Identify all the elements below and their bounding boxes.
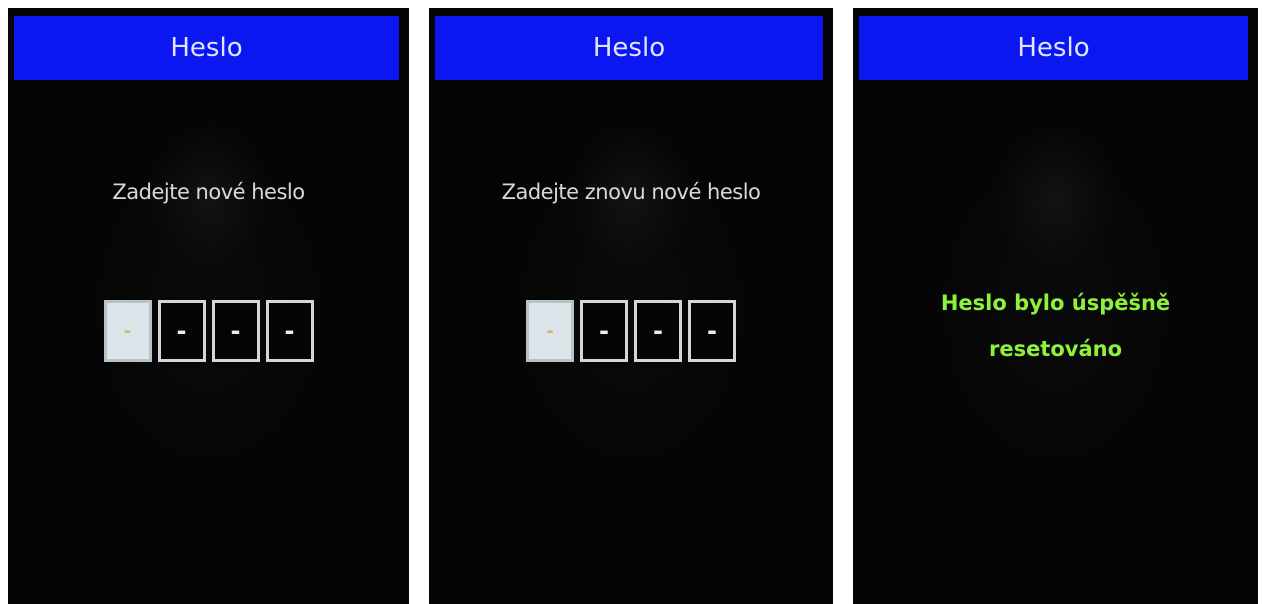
- title-bar: Heslo: [435, 16, 823, 80]
- pin-digit-4[interactable]: -: [688, 300, 736, 362]
- pin-digit-2[interactable]: -: [157, 300, 206, 362]
- title-bar: Heslo: [14, 16, 399, 80]
- success-message-line-2: resetováno: [988, 337, 1123, 361]
- prompt-text: Zadejte nové heslo: [112, 180, 305, 204]
- pin-digit-1[interactable]: -: [526, 300, 574, 362]
- screen-password-reset: Heslo Heslo bylo úspěšně resetováno: [853, 8, 1258, 604]
- pin-input[interactable]: - - - -: [429, 300, 833, 362]
- pin-digit-1[interactable]: -: [103, 300, 152, 362]
- pin-digit-4[interactable]: -: [265, 300, 314, 362]
- prompt-text: Zadejte znovu nové heslo: [501, 180, 761, 204]
- success-message: Heslo bylo úspěšně resetováno: [853, 280, 1258, 372]
- pin-digit-2[interactable]: -: [580, 300, 628, 362]
- screen-new-password: Heslo Zadejte nové heslo - - - -: [8, 8, 409, 604]
- success-message-line-1: Heslo bylo úspěšně: [940, 291, 1171, 315]
- pin-digit-3[interactable]: -: [634, 300, 682, 362]
- title-bar: Heslo: [859, 16, 1248, 80]
- screen-confirm-password: Heslo Zadejte znovu nové heslo - - - -: [429, 8, 833, 604]
- pin-digit-3[interactable]: -: [211, 300, 260, 362]
- pin-input[interactable]: - - - -: [8, 300, 409, 362]
